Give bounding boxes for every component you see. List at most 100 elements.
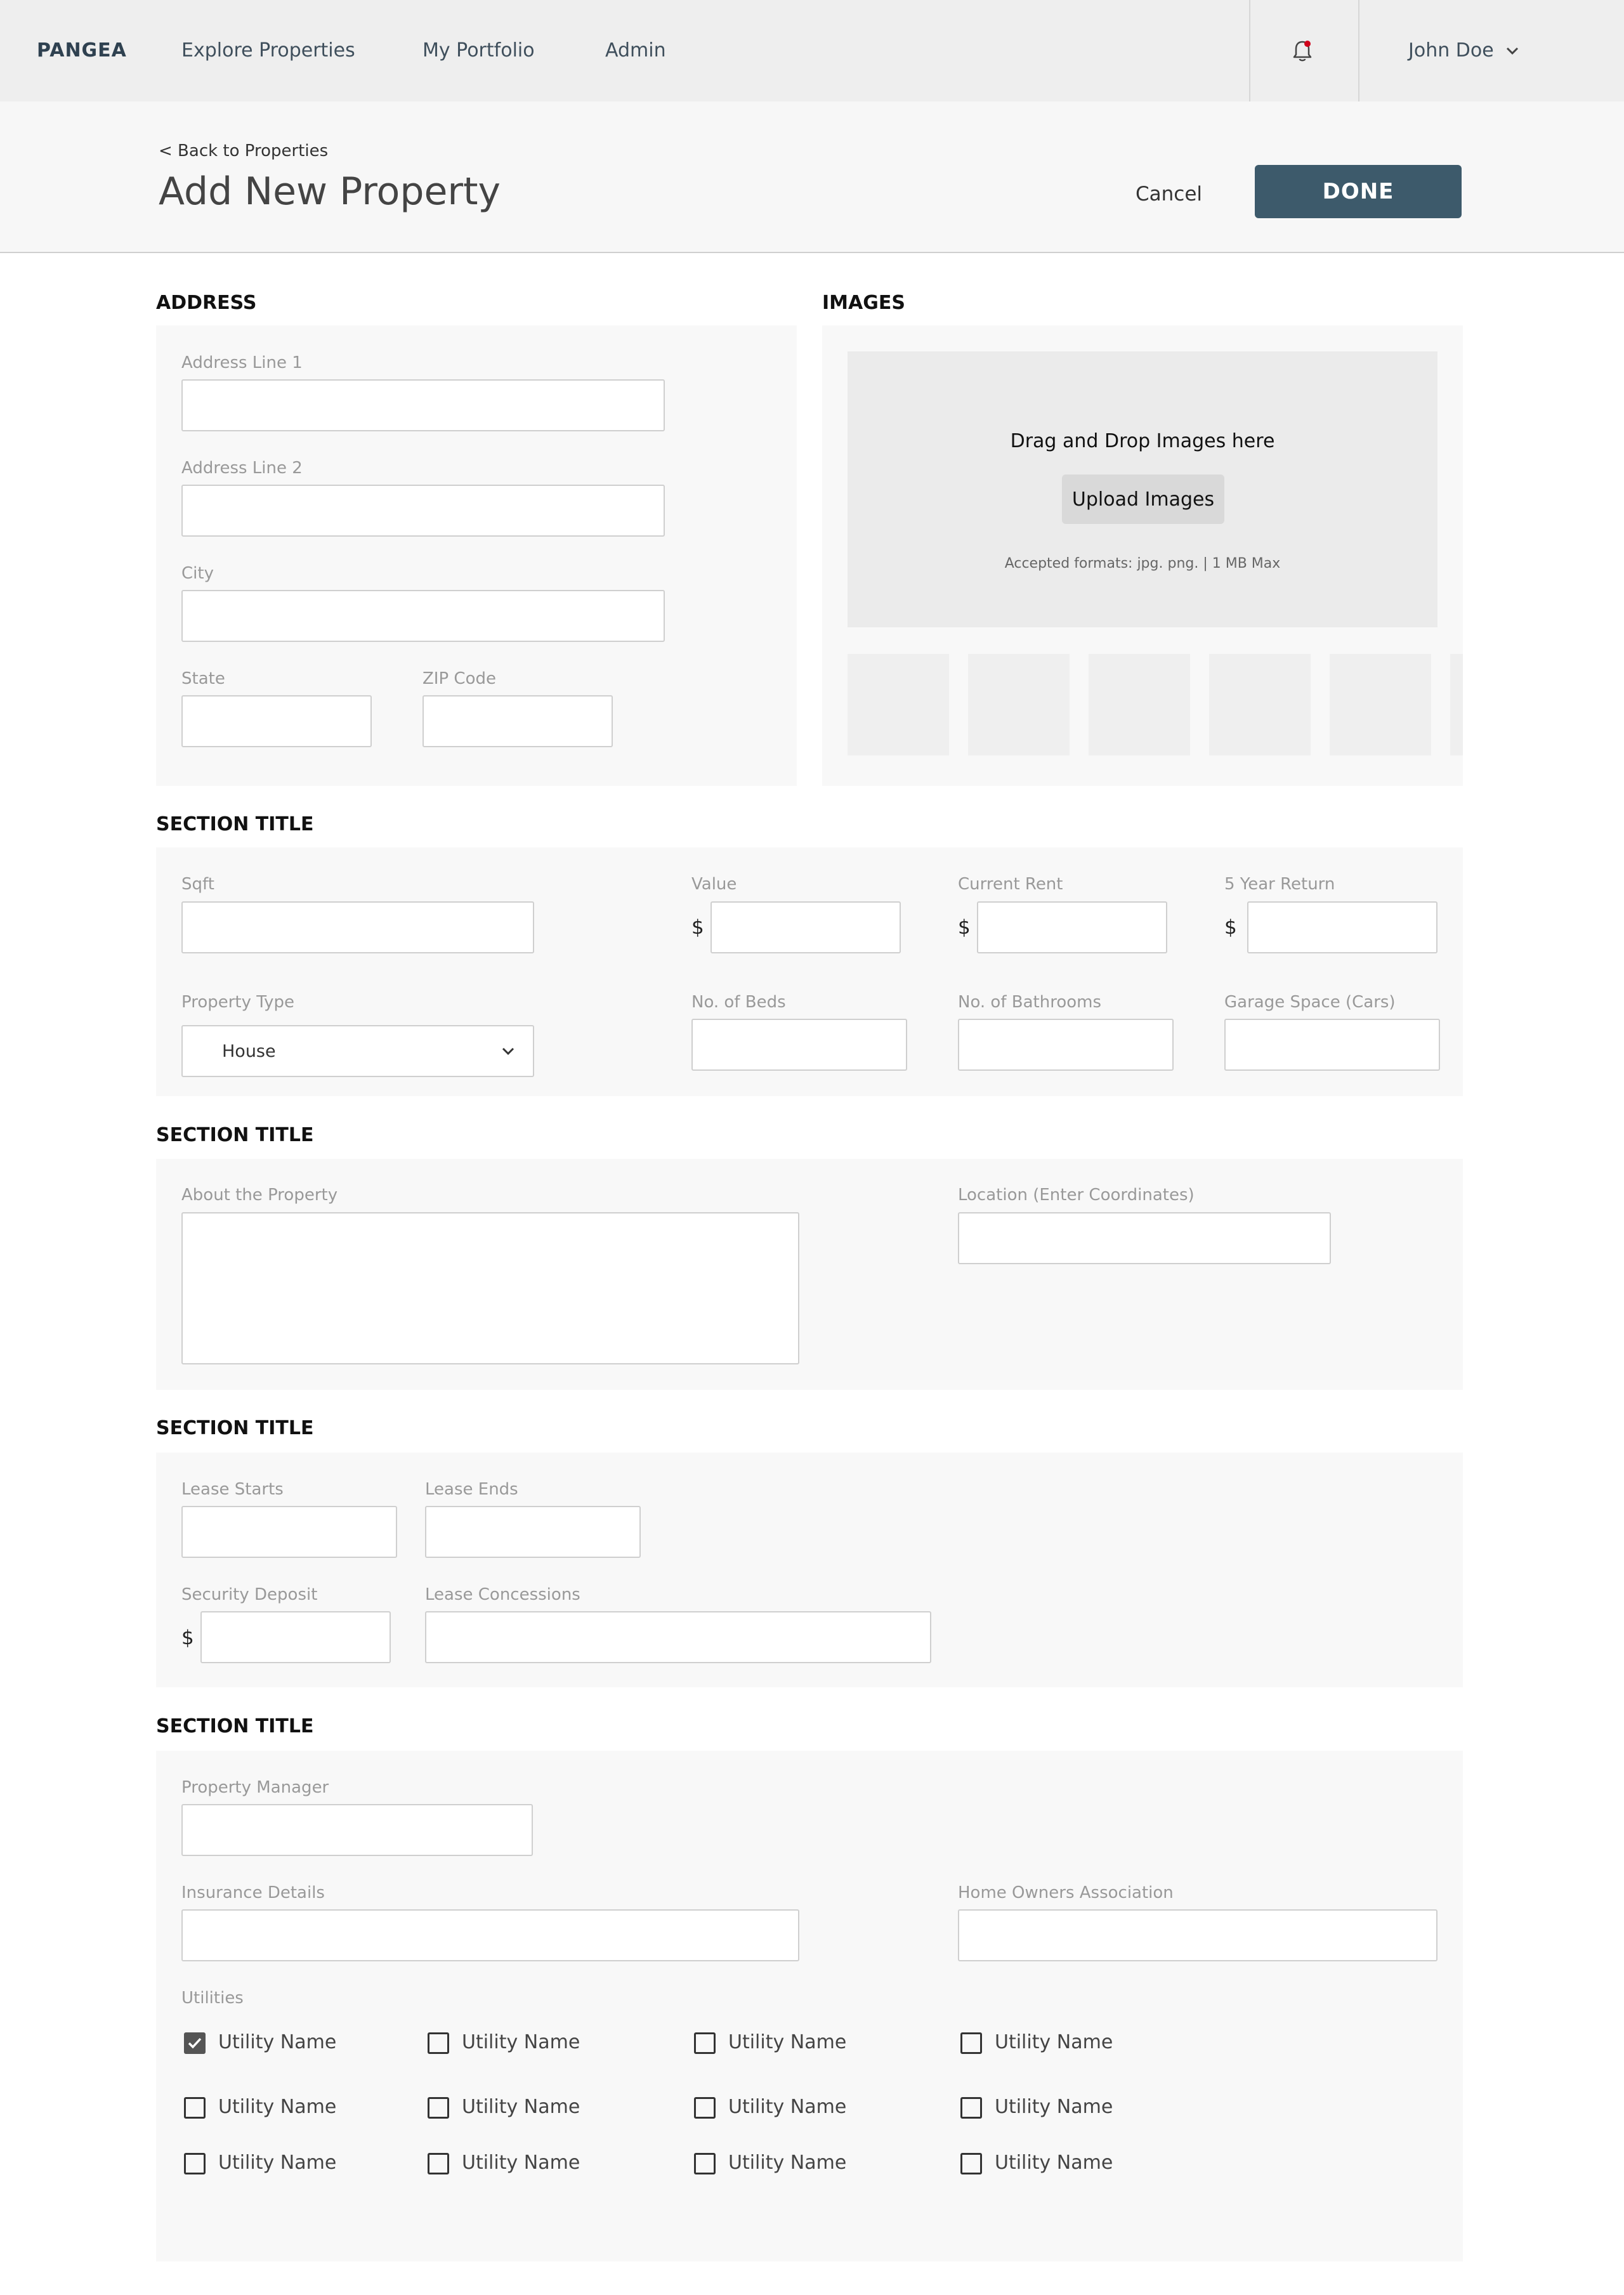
- zip-code-input[interactable]: [422, 695, 613, 747]
- location-input[interactable]: [958, 1212, 1331, 1264]
- currency-symbol: $: [691, 916, 704, 939]
- security-deposit-label: Security Deposit: [181, 1585, 318, 1604]
- value-label: Value: [691, 875, 737, 894]
- value-input[interactable]: [710, 901, 901, 953]
- image-thumbnail-placeholder: [1330, 654, 1431, 755]
- property-type-selected-value: House: [222, 1042, 276, 1061]
- management-section-title: SECTION TITLE: [156, 1715, 314, 1737]
- accepted-formats-text: Accepted formats: jpg. png. | 1 MB Max: [1004, 556, 1281, 572]
- hoa-input[interactable]: [958, 1909, 1437, 1961]
- bathrooms-input[interactable]: [958, 1019, 1174, 1071]
- insurance-details-label: Insurance Details: [181, 1883, 325, 1902]
- garage-space-label: Garage Space (Cars): [1224, 993, 1396, 1012]
- address-line2-label: Address Line 2: [181, 459, 303, 478]
- nav-link-explore-properties[interactable]: Explore Properties: [181, 38, 355, 63]
- done-button[interactable]: DONE: [1255, 165, 1462, 218]
- beds-input[interactable]: [691, 1019, 907, 1071]
- top-navigation-bar: PANGEA Explore Properties My Portfolio A…: [0, 0, 1624, 101]
- utility-checkbox-label: Utility Name: [728, 2031, 847, 2053]
- utility-checkbox-label: Utility Name: [995, 2031, 1113, 2053]
- utility-checkbox[interactable]: [694, 2153, 716, 2174]
- utility-checkbox[interactable]: [428, 2032, 449, 2054]
- image-thumbnail-placeholder: [1450, 654, 1463, 755]
- chevron-down-icon[interactable]: [500, 1045, 516, 1058]
- five-year-return-label: 5 Year Return: [1224, 875, 1335, 894]
- address-section-title: ADDRESS: [156, 292, 257, 314]
- beds-label: No. of Beds: [691, 993, 786, 1012]
- utility-checkbox[interactable]: [184, 2032, 206, 2054]
- address-line1-label: Address Line 1: [181, 353, 303, 372]
- brand-logo[interactable]: PANGEA: [37, 38, 127, 63]
- utility-checkbox-label: Utility Name: [462, 2031, 580, 2053]
- nav-link-admin[interactable]: Admin: [605, 38, 666, 63]
- bell-icon[interactable]: [1287, 36, 1318, 67]
- zip-code-label: ZIP Code: [422, 669, 496, 688]
- currency-symbol: $: [958, 916, 971, 939]
- five-year-return-input[interactable]: [1247, 901, 1437, 953]
- utility-checkbox-label: Utility Name: [462, 2096, 580, 2118]
- utility-checkbox[interactable]: [184, 2097, 206, 2119]
- chevron-down-icon[interactable]: [1505, 44, 1520, 57]
- lease-ends-input[interactable]: [425, 1506, 641, 1558]
- utility-checkbox[interactable]: [960, 2097, 982, 2119]
- security-deposit-input[interactable]: [200, 1611, 391, 1663]
- utility-checkbox[interactable]: [694, 2097, 716, 2119]
- hoa-label: Home Owners Association: [958, 1883, 1174, 1902]
- state-label: State: [181, 669, 225, 688]
- utility-checkbox-label: Utility Name: [728, 2096, 847, 2118]
- current-rent-label: Current Rent: [958, 875, 1063, 894]
- utility-checkbox[interactable]: [694, 2032, 716, 2054]
- lease-section-title: SECTION TITLE: [156, 1417, 314, 1439]
- utility-checkbox-label: Utility Name: [995, 2152, 1113, 2174]
- location-label: Location (Enter Coordinates): [958, 1186, 1195, 1205]
- cancel-button[interactable]: Cancel: [1136, 181, 1202, 207]
- about-property-label: About the Property: [181, 1186, 338, 1205]
- lease-concessions-input[interactable]: [425, 1611, 931, 1663]
- about-property-textarea[interactable]: [181, 1212, 799, 1364]
- details-section-title: SECTION TITLE: [156, 813, 314, 835]
- nav-divider: [1358, 0, 1359, 101]
- lease-starts-label: Lease Starts: [181, 1480, 284, 1499]
- user-name[interactable]: John Doe: [1408, 38, 1494, 63]
- bathrooms-label: No. of Bathrooms: [958, 993, 1102, 1012]
- city-input[interactable]: [181, 590, 665, 642]
- current-rent-input[interactable]: [977, 901, 1167, 953]
- utility-checkbox[interactable]: [428, 2097, 449, 2119]
- nav-link-my-portfolio[interactable]: My Portfolio: [422, 38, 535, 63]
- utility-checkbox-label: Utility Name: [218, 2031, 337, 2053]
- utility-checkbox-label: Utility Name: [218, 2096, 337, 2118]
- address-line1-input[interactable]: [181, 379, 665, 431]
- back-to-properties-link[interactable]: < Back to Properties: [159, 141, 328, 161]
- nav-divider: [1249, 0, 1250, 101]
- utility-checkbox-label: Utility Name: [462, 2152, 580, 2174]
- utility-checkbox[interactable]: [184, 2153, 206, 2174]
- property-manager-input[interactable]: [181, 1804, 533, 1856]
- image-thumbnail-placeholder: [968, 654, 1070, 755]
- lease-starts-input[interactable]: [181, 1506, 397, 1558]
- insurance-details-input[interactable]: [181, 1909, 799, 1961]
- city-label: City: [181, 564, 214, 583]
- address-line2-input[interactable]: [181, 485, 665, 537]
- garage-space-input[interactable]: [1224, 1019, 1440, 1071]
- dropzone-text: Drag and Drop Images here: [1010, 430, 1275, 452]
- state-input[interactable]: [181, 695, 372, 747]
- utility-checkbox[interactable]: [960, 2032, 982, 2054]
- utilities-label: Utilities: [181, 1989, 244, 2008]
- sqft-label: Sqft: [181, 875, 214, 894]
- utility-checkbox[interactable]: [428, 2153, 449, 2174]
- image-thumbnail-placeholder: [1089, 654, 1190, 755]
- utility-checkbox-label: Utility Name: [995, 2096, 1113, 2118]
- utility-checkbox[interactable]: [960, 2153, 982, 2174]
- currency-symbol: $: [1224, 916, 1237, 939]
- upload-images-button[interactable]: Upload Images: [1062, 474, 1224, 524]
- images-section-title: IMAGES: [822, 292, 905, 314]
- lease-concessions-label: Lease Concessions: [425, 1585, 580, 1604]
- sqft-input[interactable]: [181, 901, 534, 953]
- lease-ends-label: Lease Ends: [425, 1480, 518, 1499]
- page-title: Add New Property: [159, 169, 501, 214]
- about-section-title: SECTION TITLE: [156, 1124, 314, 1146]
- utility-checkbox-label: Utility Name: [218, 2152, 337, 2174]
- property-type-label: Property Type: [181, 993, 295, 1012]
- image-thumbnail-placeholder: [1209, 654, 1311, 755]
- property-manager-label: Property Manager: [181, 1778, 329, 1797]
